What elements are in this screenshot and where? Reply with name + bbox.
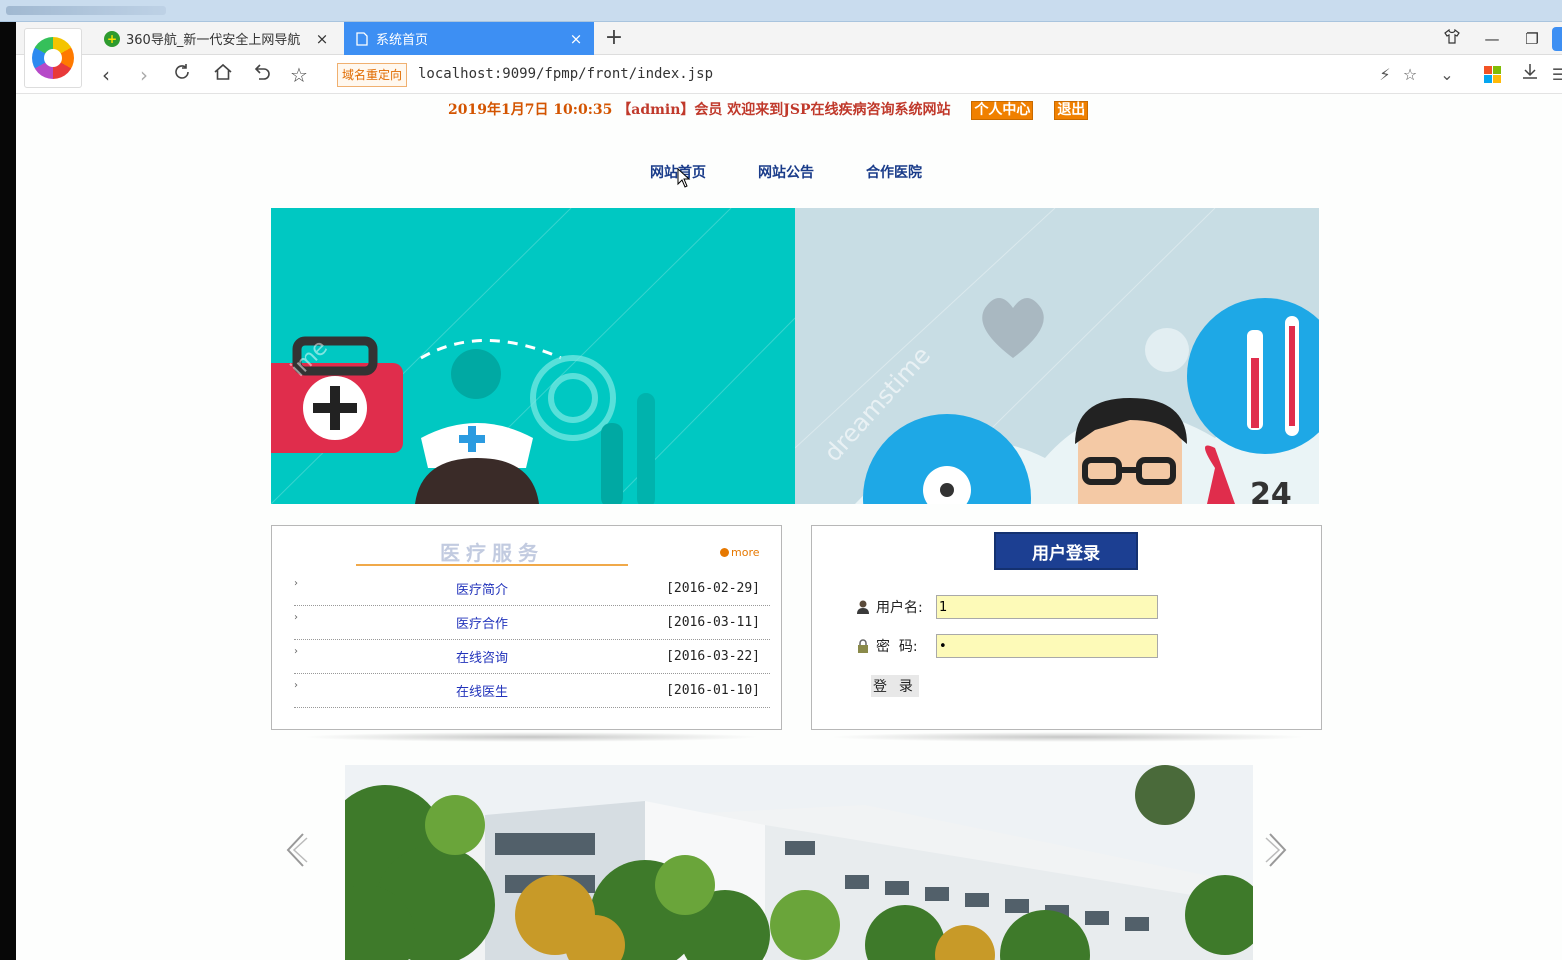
side-panel-tab[interactable] [1552, 26, 1562, 51]
slider-prev-icon[interactable] [281, 832, 311, 872]
list-item: › 在线咨询 [2016-03-22] [294, 640, 770, 674]
shirt-icon[interactable] [1432, 28, 1472, 48]
list-item: › 医疗合作 [2016-03-11] [294, 606, 770, 640]
service-date: [2016-02-29] [666, 581, 760, 596]
close-icon[interactable]: × [568, 30, 584, 48]
list-item: › 在线医生 [2016-01-10] [294, 674, 770, 708]
window-controls: — ❐ [1432, 22, 1562, 55]
close-icon[interactable]: × [314, 30, 330, 48]
service-date: [2016-03-11] [666, 615, 760, 630]
logout-button[interactable]: 退出 [1054, 101, 1089, 120]
welcome-text: 【admin】会员 欢迎来到JSP在线疾病咨询系统网站 [617, 102, 951, 118]
apps-grid-cell [1493, 66, 1501, 74]
minimize-icon[interactable]: — [1472, 30, 1512, 48]
tab-360-nav[interactable]: + 360导航_新一代安全上网导航 × [94, 22, 340, 55]
plus-shield-icon: + [104, 30, 120, 47]
chevron-down-icon[interactable]: ⌄ [1434, 62, 1460, 88]
banner-right-illustration: 24 dreamstime [795, 208, 1319, 504]
username-input[interactable] [936, 595, 1158, 619]
panel-shadow [301, 732, 761, 742]
medical-services-panel: 医疗服务 more › 医疗简介 [2016-02-29] › 医疗合作 [2016-0… [271, 525, 782, 730]
user-login-panel: 用户登录 用户名: 密 码: 登 录 [811, 525, 1322, 730]
apps-grid-cell [1484, 75, 1492, 83]
chevron-right-icon: › [294, 578, 298, 589]
chevron-right-icon: › [294, 612, 298, 623]
datetime: 2019年1月7日 10:0:35 [448, 102, 613, 118]
tab-bar: + 360导航_新一代安全上网导航 × 系统首页 × + — ❐ [16, 22, 1562, 88]
lock-icon [858, 639, 868, 653]
apps-grid-icon[interactable] [1484, 66, 1501, 83]
service-link[interactable]: 在线咨询 [456, 647, 508, 666]
logo-ring-icon [32, 37, 74, 79]
new-tab-button[interactable]: + [602, 26, 626, 50]
banner-number: 24 [1250, 477, 1292, 504]
refresh-icon[interactable] [168, 62, 196, 88]
apps-grid-cell [1493, 75, 1501, 83]
redirect-badge[interactable]: 域名重定向 [337, 63, 408, 87]
service-date: [2016-03-22] [666, 649, 760, 664]
service-link[interactable]: 医疗简介 [456, 579, 508, 598]
tab-title: 360导航_新一代安全上网导航 [126, 33, 301, 48]
bookmark-star-icon[interactable]: ☆ [1397, 62, 1423, 88]
forward-icon[interactable]: › [130, 62, 158, 88]
more-dot-icon [720, 548, 729, 557]
document-icon [354, 31, 370, 47]
service-link[interactable]: 在线医生 [456, 681, 508, 700]
address-toolbar: ‹ › ☆ 域名重定向 localhost:9099/fpmp/front/in… [16, 56, 1562, 94]
panel-shadow [828, 732, 1308, 742]
back-icon[interactable]: ‹ [92, 62, 120, 88]
address-bar[interactable]: localhost:9099/fpmp/front/index.jsp [418, 66, 713, 82]
chevron-right-icon: › [294, 646, 298, 657]
chevron-right-icon: › [294, 680, 298, 691]
mouse-cursor-icon [677, 168, 691, 188]
nav-partner-hospitals[interactable]: 合作医院 [866, 162, 922, 182]
more-label: more [731, 546, 760, 559]
restore-icon[interactable]: ❐ [1512, 30, 1552, 48]
left-edge [0, 22, 16, 960]
service-date: [2016-01-10] [666, 683, 760, 698]
banner-right-medical: 24 dreamstime [795, 208, 1319, 504]
tab-system-home[interactable]: 系统首页 × [344, 22, 594, 55]
username-label: 用户名: [876, 600, 923, 616]
os-title-strip [0, 0, 1562, 22]
login-button[interactable]: 登 录 [871, 675, 919, 697]
home-icon[interactable] [209, 62, 237, 88]
tab-title: 系统首页 [376, 33, 429, 48]
services-list: › 医疗简介 [2016-02-29] › 医疗合作 [2016-03-11] › 在线咨… [294, 572, 770, 708]
password-input[interactable] [936, 634, 1158, 658]
more-link[interactable]: more [720, 546, 760, 559]
personal-center-button[interactable]: 个人中心 [971, 101, 1034, 120]
slider-next-icon[interactable] [1262, 832, 1292, 872]
service-link[interactable]: 医疗合作 [456, 613, 508, 632]
list-item: › 医疗简介 [2016-02-29] [294, 572, 770, 606]
banner-left-medical: ime [271, 208, 795, 504]
menu-icon[interactable]: ☰ [1546, 62, 1562, 88]
username-row: 用户名: [856, 595, 1158, 619]
banner-left-illustration: ime [271, 208, 795, 504]
apps-grid-cell [1484, 66, 1492, 74]
services-title: 医疗服务 [356, 538, 628, 566]
lightning-icon[interactable]: ⚡ [1372, 62, 1398, 88]
os-strip-blur [6, 6, 166, 15]
web-page: 2019年1月7日 10:0:35 【admin】会员 欢迎来到JSP在线疾病咨… [16, 94, 1562, 960]
hospital-photo-slider [345, 765, 1253, 960]
password-label: 密 码: [876, 639, 918, 655]
user-welcome-bar: 2019年1月7日 10:0:35 【admin】会员 欢迎来到JSP在线疾病咨… [448, 99, 1089, 120]
browser-window: + 360导航_新一代安全上网导航 × 系统首页 × + — ❐ ‹ › ☆ 域… [16, 22, 1562, 960]
password-row: 密 码: [856, 634, 1158, 658]
hero-banner: ime 24 dreamstime [271, 208, 1319, 504]
favorite-star-icon[interactable]: ☆ [285, 62, 313, 88]
download-icon[interactable] [1517, 62, 1543, 88]
user-icon [857, 600, 869, 614]
undo-icon[interactable] [248, 62, 276, 88]
hospital-photo [345, 765, 1253, 960]
nav-announcements[interactable]: 网站公告 [758, 162, 814, 182]
login-title: 用户登录 [994, 532, 1138, 570]
browser-logo[interactable] [24, 28, 82, 88]
